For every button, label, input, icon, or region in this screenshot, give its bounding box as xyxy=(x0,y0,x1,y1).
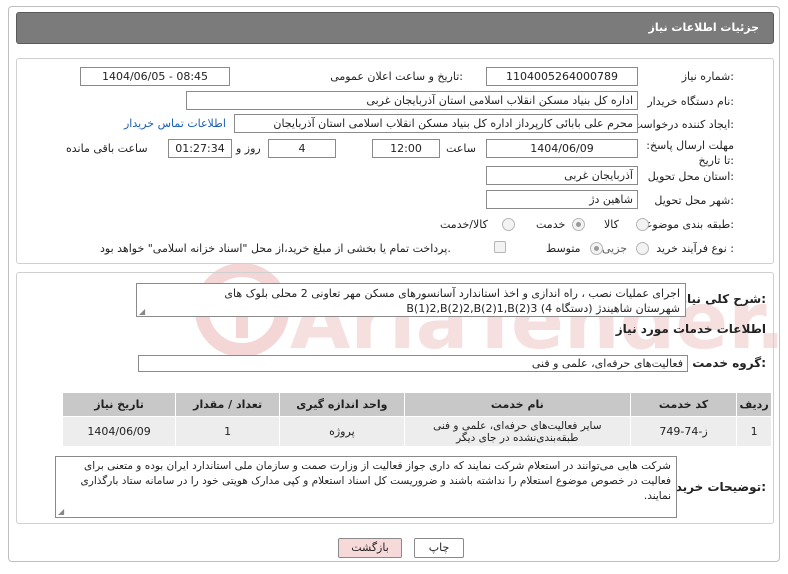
description-field: اجرای عملیات نصب ، راه اندازی و اخذ استا… xyxy=(136,283,686,317)
buyer-notes-label: توضیحات خریدار: xyxy=(664,480,766,494)
treasury-bonds-checkbox[interactable] xyxy=(494,241,506,253)
description-label: شرح کلی نیاز: xyxy=(680,292,766,306)
cell-unit: پروژه xyxy=(279,416,405,447)
remaining-days-field: 4 xyxy=(268,139,336,158)
col-unit: واحد اندازه گیری xyxy=(279,392,405,417)
announce-datetime-label: تاریخ و ساعت اعلان عمومی: xyxy=(330,70,463,83)
col-need-date: تاریخ نیاز xyxy=(61,392,177,417)
services-section-title: اطلاعات خدمات مورد نیاز xyxy=(615,322,766,336)
requester-field: محرم علی بابائی کارپرداز اداره کل بنیاد … xyxy=(234,114,638,133)
service-group-label: گروه خدمت: xyxy=(692,356,766,370)
purchase-radio-minor[interactable] xyxy=(636,242,649,255)
purchase-option-minor: جزیی xyxy=(602,242,628,255)
deadline-time-field: 12:00 xyxy=(372,139,440,158)
category-radio-goods-service[interactable] xyxy=(502,218,515,231)
buyer-org-label: نام دستگاه خریدار: xyxy=(647,95,734,108)
purchase-type-label: نوع فرآیند خرید : xyxy=(656,242,734,255)
announce-datetime-field: 1404/06/05 - 08:45 xyxy=(80,67,230,86)
col-service-name: نام خدمت xyxy=(403,392,631,417)
purchase-option-medium: متوسط xyxy=(546,242,581,255)
title-bar: جزئیات اطلاعات نیاز xyxy=(16,12,774,44)
notes-resize-handle[interactable]: ◢ xyxy=(58,508,66,516)
buyer-org-field: اداره کل بنیاد مسکن انقلاب اسلامی استان … xyxy=(186,91,638,110)
remaining-time-field: 01:27:34 xyxy=(168,139,232,158)
cell-service-name: سایر فعالیت‌های حرفه‌ای، علمی و فنی طبقه… xyxy=(403,416,631,447)
city-field: شاهین دژ xyxy=(486,190,638,209)
col-quantity: تعداد / مقدار xyxy=(175,392,281,417)
cell-quantity: 1 xyxy=(175,416,281,447)
print-button[interactable]: چاپ xyxy=(414,538,464,558)
category-radio-service[interactable] xyxy=(572,218,585,231)
need-number-label: شماره نیاز: xyxy=(681,70,734,83)
table-row: 1 ز-74-749 سایر فعالیت‌های حرفه‌ای، علمی… xyxy=(61,416,772,447)
services-table: ردیف کد خدمت نام خدمت واحد اندازه گیری ت… xyxy=(61,392,772,447)
category-option-service: خدمت xyxy=(536,218,566,231)
deadline-label: مهلت ارسال پاسخ: تا تاریخ: xyxy=(646,139,734,167)
buyer-contact-link[interactable]: اطلاعات تماس خریدار xyxy=(124,117,226,130)
cell-need-date: 1404/06/09 xyxy=(61,416,177,447)
cell-row: 1 xyxy=(736,416,772,447)
need-number-field: 1104005264000789 xyxy=(486,67,638,86)
deadline-date-field: 1404/06/09 xyxy=(486,139,638,158)
category-label: طبقه بندی موضوعی: xyxy=(636,218,734,231)
category-radio-goods[interactable] xyxy=(636,218,649,231)
service-group-field: فعالیت‌های حرفه‌ای، علمی و فنی xyxy=(138,355,688,372)
col-service-code: کد خدمت xyxy=(629,392,738,417)
province-label: استان محل تحویل: xyxy=(647,170,734,183)
category-option-goods-service: کالا/خدمت xyxy=(440,218,488,231)
treasury-bonds-note: پرداخت تمام یا بخشی از مبلغ خرید،از محل … xyxy=(100,242,451,255)
purchase-radio-medium[interactable] xyxy=(590,242,603,255)
window-title: جزئیات اطلاعات نیاز xyxy=(648,21,760,34)
city-label: شهر محل تحویل: xyxy=(654,194,734,207)
col-row: ردیف xyxy=(736,392,772,417)
remaining-label: ساعت باقی مانده xyxy=(66,142,148,155)
cell-service-code: ز-74-749 xyxy=(629,416,738,447)
deadline-time-label: ساعت xyxy=(446,142,476,155)
buyer-notes-field: شرکت هایی می‌توانند در استعلام شرکت نمای… xyxy=(55,456,677,518)
province-field: آذربایجان غربی xyxy=(486,166,638,185)
category-option-goods: کالا xyxy=(604,218,619,231)
table-header-row: ردیف کد خدمت نام خدمت واحد اندازه گیری ت… xyxy=(61,392,772,417)
days-label: روز و xyxy=(236,142,261,155)
requester-label: ایجاد کننده درخواست: xyxy=(632,118,734,131)
description-resize-handle[interactable]: ◢ xyxy=(139,308,147,316)
back-button[interactable]: بازگشت xyxy=(338,538,402,558)
